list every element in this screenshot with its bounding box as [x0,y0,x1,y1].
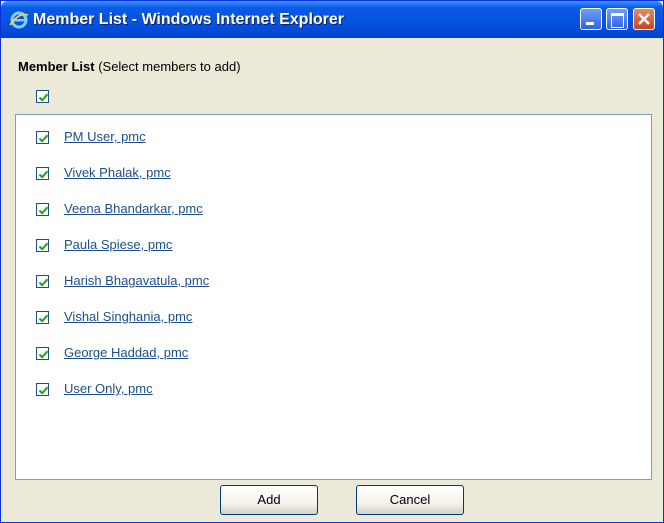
checkmark-icon [38,134,49,143]
checkmark-icon [38,314,49,323]
member-name-link[interactable]: Veena Bhandarkar, pmc [64,201,203,216]
heading-instructions: (Select members to add) [94,59,241,74]
select-all-checkbox[interactable] [36,90,49,103]
heading-title: Member List [18,59,95,74]
member-list-panel: PM User, pmc Vivek Phalak, pmc Veena Bhand… [15,114,652,480]
dialog-heading: Member List (Select members to add) [18,59,241,74]
checkmark-icon [38,93,49,102]
title-bar[interactable]: Member List - Windows Internet Explorer [1,1,663,38]
internet-explorer-icon [9,11,29,29]
member-name-link[interactable]: User Only, pmc [64,381,153,396]
member-name-link[interactable]: Vivek Phalak, pmc [64,165,171,180]
checkmark-icon [38,278,49,287]
checkmark-icon [38,350,49,359]
checkmark-icon [38,170,49,179]
member-checkbox[interactable] [36,347,49,360]
browser-window: Member List - Windows Internet Explorer … [0,0,664,523]
close-icon[interactable] [633,8,655,30]
member-checkbox[interactable] [36,131,49,144]
checkmark-icon [38,206,49,215]
member-name-link[interactable]: Harish Bhagavatula, pmc [64,273,209,288]
add-button[interactable]: Add [220,485,318,515]
member-name-link[interactable]: Vishal Singhania, pmc [64,309,192,324]
member-checkbox[interactable] [36,311,49,324]
member-name-link[interactable]: George Haddad, pmc [64,345,188,360]
member-name-link[interactable]: Paula Spiese, pmc [64,237,172,252]
checkmark-icon [38,242,49,251]
member-checkbox[interactable] [36,383,49,396]
cancel-button[interactable]: Cancel [356,485,464,515]
maximize-icon[interactable] [606,8,628,30]
member-name-link[interactable]: PM User, pmc [64,129,146,144]
member-checkbox[interactable] [36,239,49,252]
minimize-icon[interactable] [580,8,602,30]
member-checkbox[interactable] [36,203,49,216]
member-checkbox[interactable] [36,275,49,288]
member-checkbox[interactable] [36,167,49,180]
checkmark-icon [38,386,49,395]
window-title: Member List - Windows Internet Explorer [33,11,345,28]
